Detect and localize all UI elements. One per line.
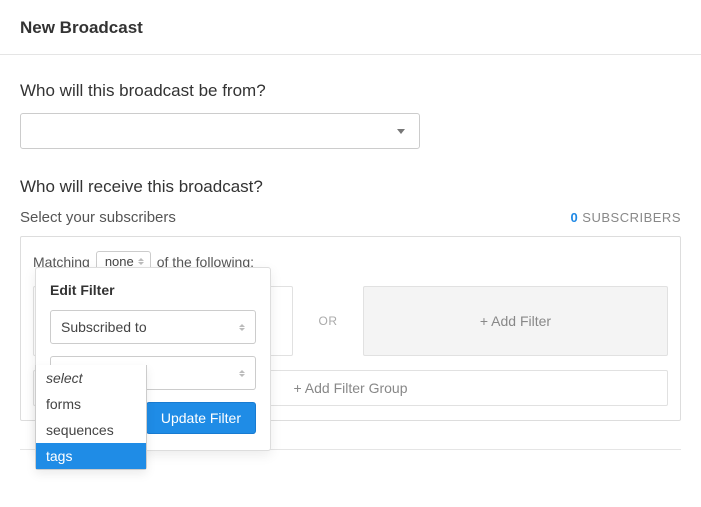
filter-value-dropdown: select forms sequences tags xyxy=(35,365,147,470)
page-title: New Broadcast xyxy=(0,0,701,55)
recipients-heading: Who will receive this broadcast? xyxy=(20,177,681,197)
popover-title: Edit Filter xyxy=(50,282,256,298)
sort-caret-icon xyxy=(239,324,245,331)
select-subscribers-label: Select your subscribers xyxy=(20,209,176,226)
dropdown-option-tags[interactable]: tags xyxy=(36,443,146,469)
subscriber-count-label: SUBSCRIBERS xyxy=(582,210,681,225)
filter-type-value: Subscribed to xyxy=(61,319,147,335)
sort-caret-icon xyxy=(138,258,144,265)
content: Who will this broadcast be from? Who wil… xyxy=(0,55,701,450)
filters-box: Matching none of the following: OR + Add… xyxy=(20,236,681,421)
dropdown-option-sequences[interactable]: sequences xyxy=(36,417,146,443)
add-filter-button[interactable]: + Add Filter xyxy=(363,286,668,356)
subscriber-count-number: 0 xyxy=(570,210,578,225)
dropdown-option-forms[interactable]: forms xyxy=(36,391,146,417)
from-heading: Who will this broadcast be from? xyxy=(20,81,681,101)
subscriber-count: 0 SUBSCRIBERS xyxy=(570,210,681,225)
dropdown-option-select[interactable]: select xyxy=(36,365,146,391)
or-label: OR xyxy=(293,286,363,356)
from-select[interactable] xyxy=(20,113,420,149)
filter-type-select[interactable]: Subscribed to xyxy=(50,310,256,344)
subscribers-row: Select your subscribers 0 SUBSCRIBERS xyxy=(20,209,681,226)
chevron-down-icon xyxy=(397,129,405,134)
update-filter-button[interactable]: Update Filter xyxy=(146,402,256,434)
sort-caret-icon xyxy=(239,370,245,377)
